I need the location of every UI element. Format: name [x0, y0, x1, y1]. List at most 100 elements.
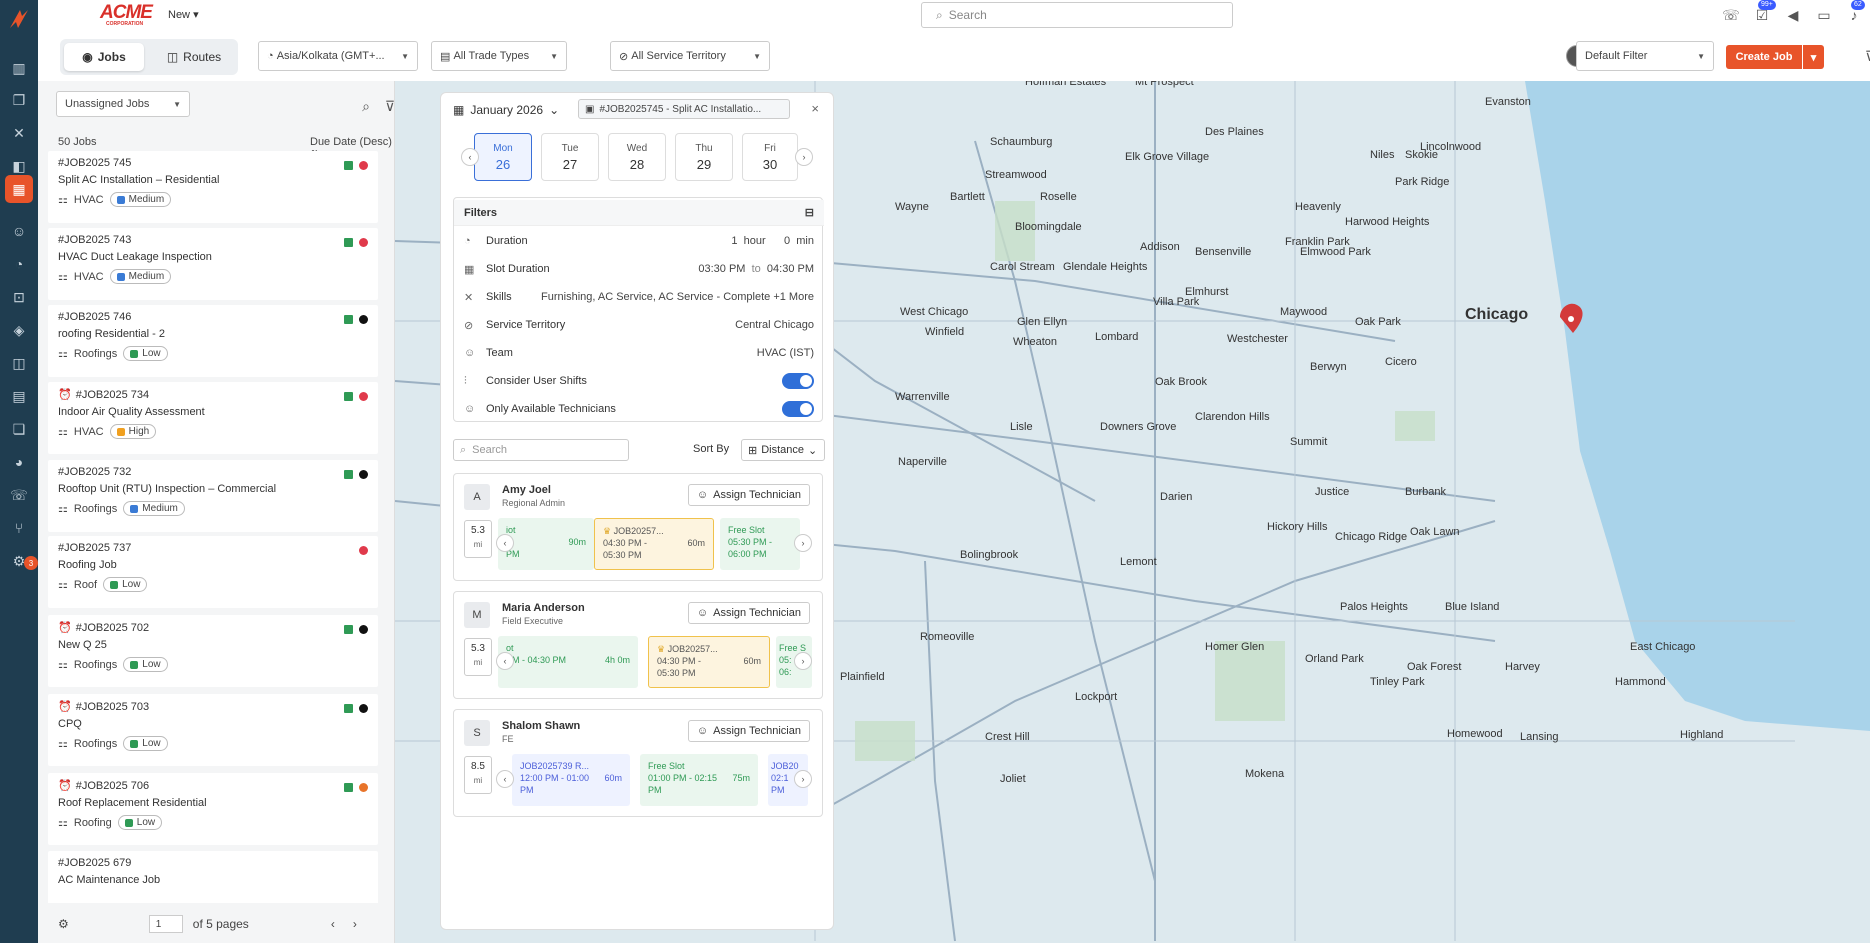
- schedule-slot[interactable]: ♛ JOB20257... 04:30 PM -05:30 PM 60m: [594, 518, 714, 570]
- schedule-slot[interactable]: JOB2025739 R... 12:00 PM - 01:00 PM 60m: [512, 754, 630, 806]
- assign-technician-button[interactable]: ☺ Assign Technician: [687, 484, 810, 506]
- duration-minutes[interactable]: 0: [784, 235, 790, 247]
- job-card[interactable]: ⏰ #JOB2025 706 Roof Replacement Residentia…: [48, 773, 378, 845]
- tech-search[interactable]: ⌕ Search: [453, 439, 629, 461]
- brand-logo[interactable]: ACME CORPORATION: [100, 2, 153, 27]
- prev-slot-icon[interactable]: ‹: [496, 770, 514, 788]
- dashboard-icon[interactable]: ▥: [9, 58, 29, 78]
- job-card[interactable]: #JOB2025 737 Roofing Job ⚏ Roof Low: [48, 536, 378, 608]
- tab-jobs[interactable]: ◉ Jobs: [64, 43, 144, 71]
- tools-icon[interactable]: ✕: [9, 123, 29, 143]
- schedule-slot[interactable]: Free Slot 05:30 PM -06:00 PM: [720, 518, 800, 570]
- job-card[interactable]: #JOB2025 743 HVAC Duct Leakage Inspection…: [48, 228, 378, 300]
- next-day-icon[interactable]: ›: [795, 148, 813, 166]
- next-slot-icon[interactable]: ›: [794, 534, 812, 552]
- alarm-icon: ⏰: [58, 701, 72, 713]
- duration-hours[interactable]: 1: [731, 235, 737, 247]
- next-page-icon[interactable]: ›: [353, 917, 357, 931]
- available-toggle[interactable]: [782, 401, 814, 417]
- day-cell[interactable]: Fri 30: [742, 133, 798, 181]
- next-slot-icon[interactable]: ›: [794, 652, 812, 670]
- day-cell[interactable]: Mon 26: [474, 133, 532, 181]
- new-menu[interactable]: New ▾: [168, 8, 199, 21]
- page-input[interactable]: 1: [148, 915, 183, 933]
- job-id: ⏰ #JOB2025 702: [58, 621, 150, 635]
- chart-pie-icon[interactable]: ◕: [9, 452, 29, 472]
- schedule-slot[interactable]: Free Slot 01:00 PM - 02:15 PM 75m: [640, 754, 758, 806]
- workflow-icon[interactable]: ⑂: [9, 518, 29, 538]
- app-logo-icon[interactable]: [6, 6, 32, 32]
- chevron-down-icon: ▼: [1697, 51, 1705, 61]
- territory-select[interactable]: ⊘ All Service Territory ▼: [610, 41, 770, 71]
- job-list-select[interactable]: Unassigned Jobs ▼: [56, 91, 190, 117]
- timezone-select[interactable]: ◔ Asia/Kolkata (GMT+... ▼: [258, 41, 418, 71]
- priority-badge: Low: [123, 657, 168, 672]
- prev-slot-icon[interactable]: ‹: [496, 652, 514, 670]
- map-place-label: West Chicago: [900, 306, 969, 318]
- users-icon[interactable]: ☺: [9, 221, 29, 241]
- job-card[interactable]: #JOB2025 732 Rooftop Unit (RTU) Inspectio…: [48, 460, 378, 532]
- day-cell[interactable]: Thu 29: [675, 133, 733, 181]
- status-square: [344, 783, 353, 792]
- chat-icon[interactable]: ▭: [1814, 5, 1834, 25]
- create-job-button[interactable]: Create Job ▾: [1726, 45, 1824, 69]
- schedule-slot[interactable]: ♛ JOB20257... 04:30 PM -05:30 PM 60m: [648, 636, 770, 688]
- day-cell[interactable]: Tue 27: [541, 133, 599, 181]
- close-icon[interactable]: ×: [811, 101, 819, 116]
- shifts-toggle[interactable]: [782, 373, 814, 389]
- settings-icon[interactable]: ⚙: [58, 917, 69, 931]
- job-card[interactable]: #JOB2025 746 roofing Residential - 2 ⚏ Roof…: [48, 305, 378, 377]
- search-icon[interactable]: ⌕: [356, 96, 376, 116]
- prev-day-icon[interactable]: ‹: [461, 148, 479, 166]
- cart-icon[interactable]: ⊡: [9, 287, 29, 307]
- slot-to[interactable]: 04:30 PM: [767, 263, 814, 275]
- megaphone-icon[interactable]: ◀: [1783, 5, 1803, 25]
- filter-settings-icon[interactable]: ⊟: [805, 206, 814, 219]
- job-card[interactable]: ⏰ #JOB2025 702 New Q 25 ⚏ Roofings Low: [48, 615, 378, 687]
- trade-label: Roof: [73, 578, 98, 591]
- invoice-icon[interactable]: ▤: [9, 386, 29, 406]
- tech-name: Amy Joel: [502, 484, 551, 496]
- inventory-icon[interactable]: ◧: [9, 156, 29, 176]
- tech-role: Field Executive: [502, 616, 564, 626]
- assign-technician-button[interactable]: ☺ Assign Technician: [687, 602, 810, 624]
- territory-row[interactable]: ⊘ Service Territory Central Chicago: [454, 312, 824, 338]
- slot-from[interactable]: 03:30 PM: [698, 263, 745, 275]
- sort-select[interactable]: ⊞ Distance ⌄: [741, 439, 825, 461]
- job-card[interactable]: ⏰ #JOB2025 703 CPQ ⚏ Roofings Low: [48, 694, 378, 766]
- team-row[interactable]: ☺ Team HVAC (IST): [454, 340, 824, 366]
- chevron-down-icon[interactable]: ▾: [1802, 45, 1824, 69]
- prev-slot-icon[interactable]: ‹: [496, 534, 514, 552]
- next-slot-icon[interactable]: ›: [794, 770, 812, 788]
- documents-icon[interactable]: ❐: [9, 90, 29, 110]
- month-picker[interactable]: ▦ January 2026 ⌄: [453, 103, 559, 117]
- settings-icon[interactable]: ⚙: [9, 551, 29, 571]
- filter-icon[interactable]: ⊽: [1860, 46, 1870, 66]
- trade-icon: ⚏: [58, 817, 68, 829]
- job-chip[interactable]: ▣ #JOB2025745 - Split AC Installatio...: [578, 99, 790, 119]
- status-dot: [359, 161, 368, 170]
- trade-types-select[interactable]: ▤ All Trade Types ▼: [431, 41, 567, 71]
- job-card[interactable]: ⏰ #JOB2025 734 Indoor Air Quality Assessme…: [48, 382, 378, 454]
- crown-icon: ♛: [603, 526, 612, 536]
- map-place-label: Cicero: [1385, 356, 1417, 368]
- tag-icon[interactable]: ◈: [9, 320, 29, 340]
- job-card[interactable]: #JOB2025 679 AC Maintenance Job: [48, 851, 378, 903]
- schedule-slot[interactable]: ot PM - 04:30 PM 4h 0m: [498, 636, 638, 688]
- building-icon: ▤: [440, 50, 451, 63]
- prev-page-icon[interactable]: ‹: [331, 917, 335, 931]
- tab-routes[interactable]: ◫ Routes: [154, 43, 234, 71]
- skills-row[interactable]: ✕ Skills Furnishing, AC Service, AC Servic…: [454, 284, 824, 310]
- assign-technician-button[interactable]: ☺ Assign Technician: [687, 720, 810, 742]
- phone-icon[interactable]: ☏: [9, 485, 29, 505]
- default-filter-select[interactable]: Default Filter ▼: [1576, 41, 1714, 71]
- calendar-icon[interactable]: ▦: [5, 175, 33, 203]
- map-icon[interactable]: ◫: [9, 353, 29, 373]
- report-icon[interactable]: ❏: [9, 419, 29, 439]
- clock-icon[interactable]: ◔: [9, 254, 29, 274]
- call-icon[interactable]: ☏: [1721, 5, 1741, 25]
- map-place-label: Plainfield: [840, 671, 885, 683]
- day-cell[interactable]: Wed 28: [608, 133, 666, 181]
- global-search[interactable]: ⌕ Search: [921, 2, 1233, 28]
- job-card[interactable]: #JOB2025 745 Split AC Installation – Resi…: [48, 151, 378, 223]
